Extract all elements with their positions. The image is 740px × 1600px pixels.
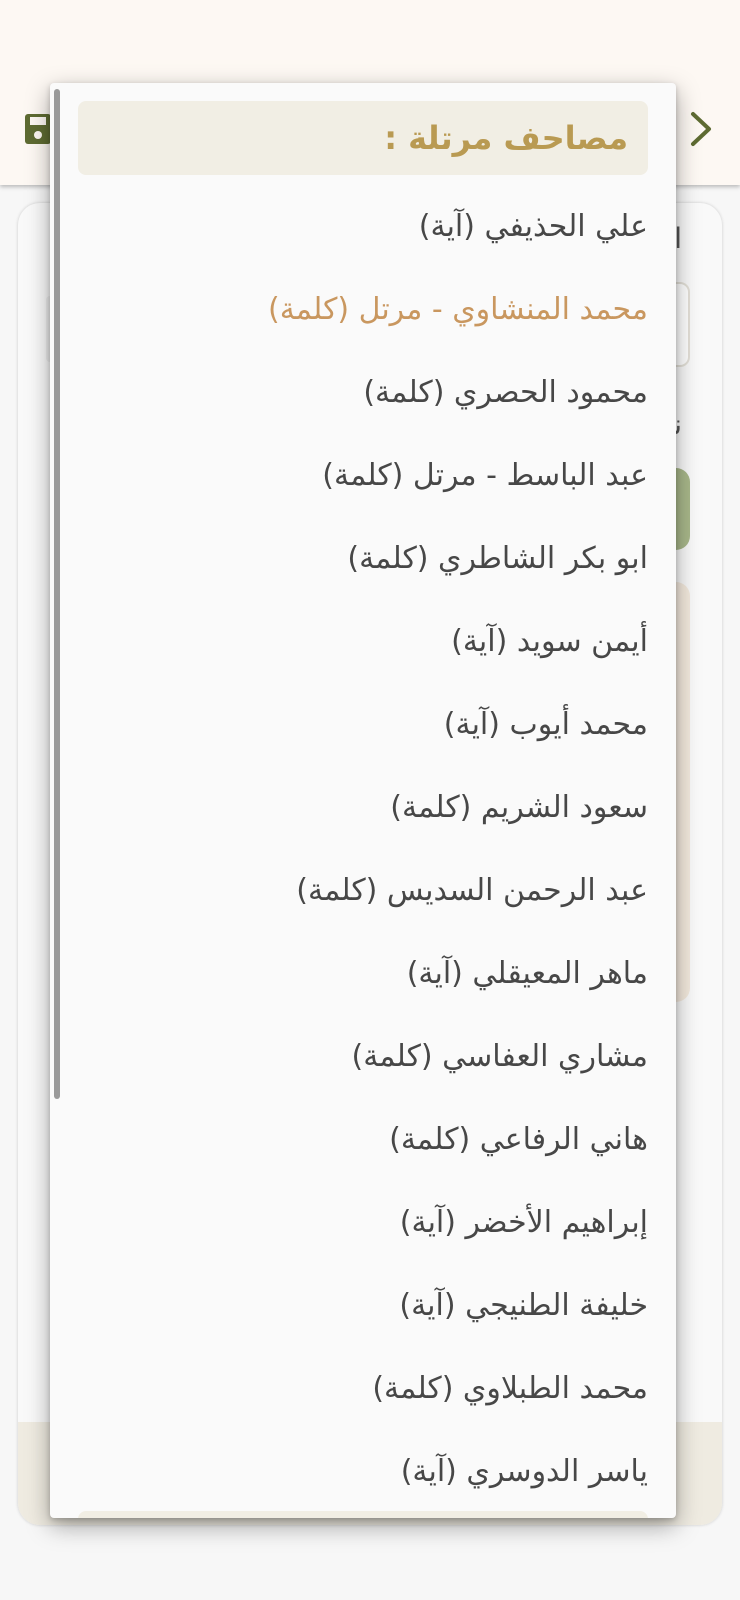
next-group-header <box>78 1511 648 1518</box>
reciter-option[interactable]: محمد أيوب (آية) <box>78 683 648 767</box>
reciter-option[interactable]: أيمن سويد (آية) <box>78 600 648 684</box>
reciter-option[interactable]: هاني الرفاعي (كلمة) <box>78 1098 648 1182</box>
reciter-option[interactable]: محمد المنشاوي - مرتل (كلمة) <box>78 268 648 352</box>
save-icon[interactable] <box>24 113 52 145</box>
reciter-option[interactable]: ابو بكر الشاطري (كلمة) <box>78 517 648 601</box>
reciter-option[interactable]: سعود الشريم (كلمة) <box>78 766 648 850</box>
reciter-option[interactable]: ياسر الدوسري (آية) <box>78 1430 648 1514</box>
scrollbar[interactable] <box>54 89 60 1099</box>
reciter-option[interactable]: محمد الطبلاوي (كلمة) <box>78 1347 648 1431</box>
reciter-option[interactable]: محمود الحصري (كلمة) <box>78 351 648 435</box>
reciter-option[interactable]: إبراهيم الأخضر (آية) <box>78 1181 648 1265</box>
reciter-option[interactable]: خليفة الطنيجي (آية) <box>78 1264 648 1348</box>
reciter-option[interactable]: ماهر المعيقلي (آية) <box>78 932 648 1016</box>
reciter-dropdown-menu[interactable]: مصاحف مرتلة : علي الحذيفي (آية) محمد المن… <box>50 83 676 1518</box>
group-header-murattal: مصاحف مرتلة : <box>78 101 648 175</box>
reciter-option[interactable]: علي الحذيفي (آية) <box>78 185 648 269</box>
reciter-option[interactable]: مشاري العفاسي (كلمة) <box>78 1015 648 1099</box>
chevron-right-icon[interactable] <box>688 110 714 148</box>
reciter-option[interactable]: عبد الباسط - مرتل (كلمة) <box>78 434 648 518</box>
reciter-option[interactable]: عبد الرحمن السديس (كلمة) <box>78 849 648 933</box>
